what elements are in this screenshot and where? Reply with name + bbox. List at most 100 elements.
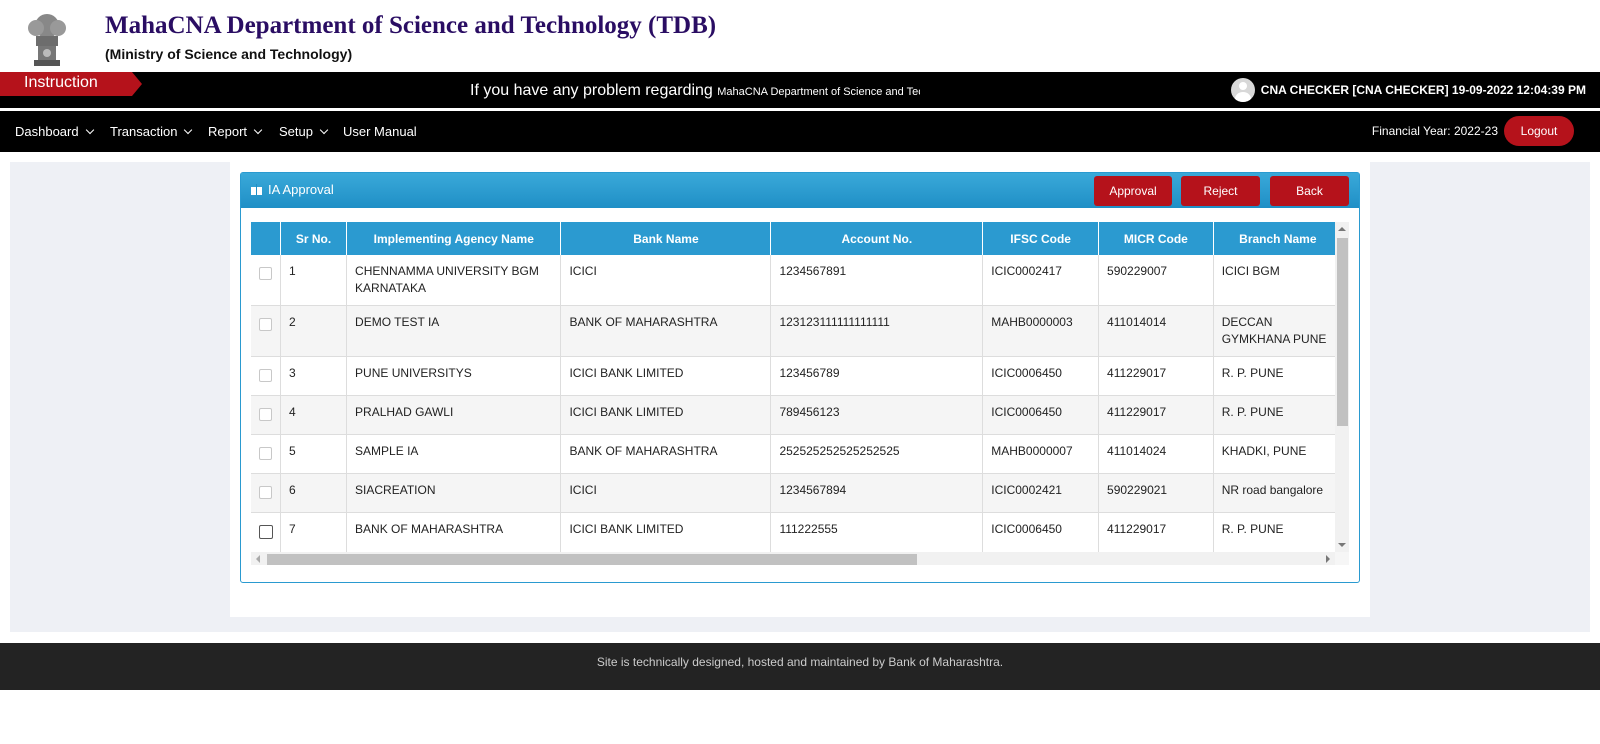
page-title: MahaCNA Department of Science and Techno… <box>105 12 717 39</box>
logout-button[interactable]: Logout <box>1504 116 1574 146</box>
cell-agency: SAMPLE IA <box>346 434 562 474</box>
instruction-marquee: If you have any problem regarding MahaCN… <box>470 82 920 104</box>
financial-year: Financial Year: 2022-23 <box>1371 124 1498 138</box>
cell-agency: BANK OF MAHARASHTRA <box>346 512 562 552</box>
ia-approval-panel: IA Approval Approval Reject Back Sr No. … <box>240 172 1360 583</box>
table-container: Sr No. Implementing Agency Name Bank Nam… <box>251 222 1349 565</box>
cell-account: 1234567894 <box>770 473 984 513</box>
cell-account: 1234567891 <box>770 255 984 306</box>
approval-button[interactable]: Approval <box>1094 176 1172 206</box>
site-header: MahaCNA Department of Science and Techno… <box>0 0 1600 72</box>
panel-header: IA Approval Approval Reject Back <box>241 173 1359 208</box>
back-button[interactable]: Back <box>1270 176 1349 206</box>
row-select-cell <box>251 395 281 435</box>
instruction-bar: Instruction If you have any problem rega… <box>0 72 1600 108</box>
ia-table: Sr No. Implementing Agency Name Bank Nam… <box>251 222 1343 552</box>
row-checkbox[interactable] <box>259 318 272 331</box>
cell-micr: 411229017 <box>1098 512 1214 552</box>
nav-report-label: Report <box>208 124 248 139</box>
marquee-org-text: MahaCNA Department of Science and Techno… <box>717 86 920 98</box>
col-header-branch[interactable]: Branch Name <box>1213 222 1343 255</box>
cell-sr: 6 <box>280 473 348 513</box>
footer-text: Site is technically designed, hosted and… <box>596 655 1004 669</box>
col-header-ifsc[interactable]: IFSC Code <box>982 222 1100 255</box>
user-avatar-icon <box>1230 78 1255 102</box>
cell-sr: 4 <box>280 395 348 435</box>
col-header-agency[interactable]: Implementing Agency Name <box>346 222 562 255</box>
cell-micr: 411014014 <box>1098 305 1214 357</box>
cell-agency: CHENNAMMA UNIVERSITY BGM KARNATAKA <box>346 255 562 306</box>
chevron-down-icon <box>319 125 329 135</box>
table-row: 2 DEMO TEST IA BANK OF MAHARASHTRA 12312… <box>251 305 1343 357</box>
cell-ifsc: ICIC0006450 <box>982 512 1100 552</box>
nav-dashboard[interactable]: Dashboard <box>15 111 94 152</box>
table-row: 7 BANK OF MAHARASHTRA ICICI BANK LIMITED… <box>251 512 1343 552</box>
nav-transaction-label: Transaction <box>110 124 178 139</box>
col-header-account[interactable]: Account No. <box>770 222 984 255</box>
table-row: 6 SIACREATION ICICI 1234567894 ICIC00024… <box>251 473 1343 513</box>
site-footer: Site is technically designed, hosted and… <box>0 643 1600 690</box>
cell-ifsc: ICIC0002421 <box>982 473 1100 513</box>
nav-user-manual-label: User Manual <box>343 124 417 139</box>
row-checkbox[interactable] <box>259 267 272 280</box>
nav-report[interactable]: Report <box>208 111 263 152</box>
cell-sr: 5 <box>280 434 348 474</box>
chevron-down-icon <box>85 125 94 135</box>
row-checkbox[interactable] <box>259 369 272 382</box>
vertical-scroll-thumb[interactable] <box>1337 238 1348 426</box>
cell-sr: 2 <box>280 305 348 357</box>
reject-button[interactable]: Reject <box>1181 176 1260 206</box>
nav-transaction[interactable]: Transaction <box>110 111 193 152</box>
cell-micr: 590229007 <box>1098 255 1214 306</box>
cell-micr: 411229017 <box>1098 395 1214 435</box>
nav-user-manual[interactable]: User Manual <box>343 111 417 152</box>
row-checkbox[interactable] <box>259 408 272 421</box>
row-checkbox[interactable] <box>259 486 272 499</box>
cell-branch: DECCAN GYMKHANA PUNE <box>1213 305 1343 357</box>
col-header-sr[interactable]: Sr No. <box>280 222 348 255</box>
main-nav: Dashboard Transaction Report Setup User … <box>0 111 1600 152</box>
cell-branch: R. P. PUNE <box>1213 395 1343 435</box>
cell-agency: SIACREATION <box>346 473 562 513</box>
table-row: 4 PRALHAD GAWLI ICICI BANK LIMITED 78945… <box>251 395 1343 435</box>
row-checkbox[interactable] <box>258 525 273 539</box>
cell-micr: 590229021 <box>1098 473 1214 513</box>
vertical-scrollbar[interactable] <box>1335 222 1349 552</box>
cell-bank: ICICI <box>560 255 772 306</box>
cell-ifsc: ICIC0002417 <box>982 255 1100 306</box>
cell-bank: BANK OF MAHARASHTRA <box>560 434 772 474</box>
nav-setup[interactable]: Setup <box>279 111 329 152</box>
panel-title-text: IA Approval <box>268 182 334 197</box>
cell-account: 123123111111111111 <box>770 305 984 357</box>
scroll-up-icon[interactable] <box>1338 227 1346 231</box>
row-checkbox[interactable] <box>259 447 272 460</box>
nav-setup-label: Setup <box>279 124 313 139</box>
cell-ifsc: MAHB0000007 <box>982 434 1100 474</box>
user-info-text: CNA CHECKER [CNA CHECKER] 19-09-2022 12:… <box>1260 83 1586 97</box>
horizontal-scroll-thumb[interactable] <box>267 554 917 565</box>
cell-bank: ICICI <box>560 473 772 513</box>
table-row: 3 PUNE UNIVERSITYS ICICI BANK LIMITED 12… <box>251 356 1343 396</box>
col-header-bank[interactable]: Bank Name <box>560 222 772 255</box>
table-header-row: Sr No. Implementing Agency Name Bank Nam… <box>251 222 1343 255</box>
cell-micr: 411229017 <box>1098 356 1214 396</box>
cell-branch: NR road bangalore <box>1213 473 1343 513</box>
cell-bank: ICICI BANK LIMITED <box>560 395 772 435</box>
instruction-tag[interactable]: Instruction <box>0 72 142 96</box>
scroll-left-icon[interactable] <box>256 555 260 563</box>
cell-branch: R. P. PUNE <box>1213 512 1343 552</box>
row-select-cell <box>251 434 281 474</box>
cell-agency: PRALHAD GAWLI <box>346 395 562 435</box>
scroll-down-icon[interactable] <box>1338 543 1346 547</box>
col-header-micr[interactable]: MICR Code <box>1098 222 1214 255</box>
horizontal-scrollbar[interactable] <box>251 552 1335 565</box>
row-select-cell <box>251 512 281 552</box>
cell-sr: 3 <box>280 356 348 396</box>
table-viewport: Sr No. Implementing Agency Name Bank Nam… <box>251 222 1343 552</box>
row-select-cell <box>251 255 281 306</box>
user-info: CNA CHECKER [CNA CHECKER] 19-09-2022 12:… <box>1230 78 1586 102</box>
scroll-right-icon[interactable] <box>1326 555 1330 563</box>
cell-bank: ICICI BANK LIMITED <box>560 356 772 396</box>
cell-micr: 411014024 <box>1098 434 1214 474</box>
nav-dashboard-label: Dashboard <box>15 124 79 139</box>
